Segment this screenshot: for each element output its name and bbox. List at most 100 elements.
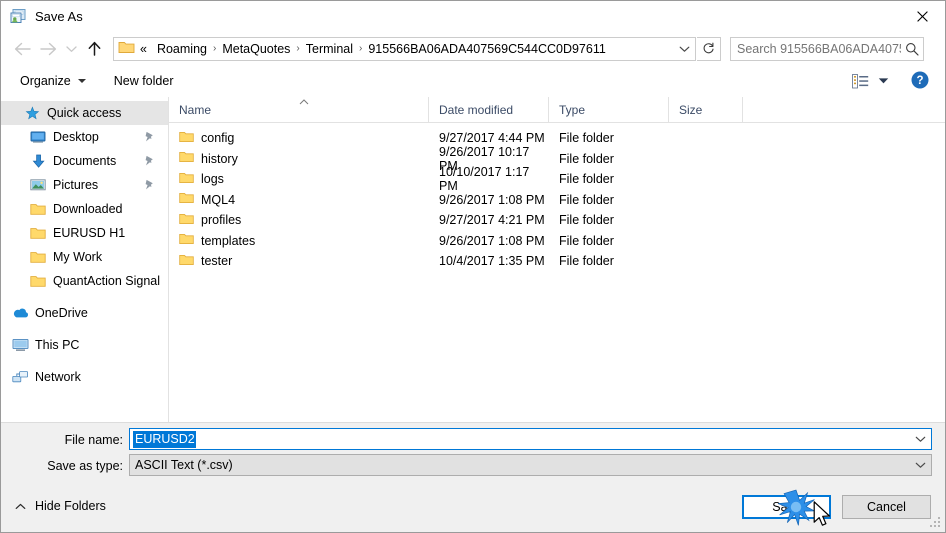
breadcrumb-overflow[interactable]: « bbox=[135, 42, 152, 56]
star-pin-icon bbox=[23, 104, 41, 122]
save-as-type-dropdown[interactable]: ASCII Text (*.csv) bbox=[129, 454, 932, 476]
file-name-field[interactable]: EURUSD2 bbox=[129, 428, 932, 450]
folder-icon bbox=[118, 40, 135, 57]
chevron-down-icon[interactable] bbox=[878, 74, 889, 88]
sidebar-item-network[interactable]: Network bbox=[1, 365, 168, 389]
file-rows: config 9/27/2017 4:44 PM File folder his… bbox=[169, 123, 945, 272]
list-view-icon[interactable] bbox=[852, 73, 869, 89]
breadcrumb-metaquotes[interactable]: MetaQuotes bbox=[217, 42, 295, 56]
sidebar-item-label: OneDrive bbox=[35, 306, 88, 320]
file-date: 9/27/2017 4:44 PM bbox=[439, 131, 545, 146]
recent-locations-chevron-icon[interactable] bbox=[61, 36, 81, 62]
file-date: 9/27/2017 4:21 PM bbox=[439, 213, 545, 228]
sidebar-item-downloaded[interactable]: Downloaded bbox=[1, 197, 168, 221]
command-bar-right: ? bbox=[852, 71, 945, 92]
back-arrow-icon[interactable] bbox=[9, 36, 35, 62]
breadcrumb-roaming[interactable]: Roaming bbox=[152, 42, 212, 56]
sidebar-item-label: Desktop bbox=[53, 130, 99, 144]
search-icon[interactable] bbox=[901, 42, 923, 56]
file-type: File folder bbox=[559, 254, 614, 269]
chevron-up-icon bbox=[15, 499, 26, 513]
sidebar-item-documents[interactable]: Documents bbox=[1, 149, 168, 173]
table-row[interactable]: config 9/27/2017 4:44 PM File folder bbox=[169, 128, 945, 149]
file-name: MQL4 bbox=[201, 192, 236, 207]
breadcrumb-terminal[interactable]: Terminal bbox=[301, 42, 358, 56]
file-type: File folder bbox=[559, 172, 614, 187]
sidebar-item-pictures[interactable]: Pictures bbox=[1, 173, 168, 197]
save-button[interactable]: Save bbox=[742, 495, 831, 519]
sidebar-item-quantaction-signal[interactable]: QuantAction Signal bbox=[1, 269, 168, 293]
organize-label: Organize bbox=[20, 74, 71, 88]
chevron-down-icon bbox=[77, 79, 86, 83]
main-area: Quick access Desktop Documents Pictures … bbox=[1, 96, 945, 422]
file-name: tester bbox=[201, 254, 233, 269]
documents-download-icon bbox=[29, 152, 47, 170]
pin-icon[interactable] bbox=[143, 131, 154, 145]
column-header-label: Size bbox=[679, 102, 703, 117]
folder-icon bbox=[179, 213, 194, 228]
help-question-icon[interactable]: ? bbox=[911, 71, 929, 92]
folder-icon bbox=[179, 254, 194, 269]
pin-icon[interactable] bbox=[143, 155, 154, 169]
file-name: logs bbox=[201, 172, 224, 187]
file-name-label: File name: bbox=[64, 433, 123, 447]
sidebar-item-my-work[interactable]: My Work bbox=[1, 245, 168, 269]
file-name: templates bbox=[201, 233, 256, 248]
new-folder-button[interactable]: New folder bbox=[108, 68, 180, 94]
sidebar-item-label: Downloaded bbox=[53, 202, 123, 216]
sidebar-item-this-pc[interactable]: This PC bbox=[1, 333, 168, 357]
close-button[interactable] bbox=[900, 1, 945, 31]
table-row[interactable]: MQL4 9/26/2017 1:08 PM File folder bbox=[169, 190, 945, 211]
cancel-button[interactable]: Cancel bbox=[842, 495, 931, 519]
column-header-name[interactable]: Name bbox=[169, 96, 429, 123]
column-header-type[interactable]: Type bbox=[549, 96, 669, 123]
file-type: File folder bbox=[559, 131, 614, 146]
column-header-label: Name bbox=[179, 102, 212, 117]
column-header-size[interactable]: Size bbox=[669, 96, 743, 123]
table-row[interactable]: logs 10/10/2017 1:17 PM File folder bbox=[169, 165, 945, 193]
sidebar-item-desktop[interactable]: Desktop bbox=[1, 125, 168, 149]
column-header-date-modified[interactable]: Date modified bbox=[429, 96, 549, 123]
pictures-icon bbox=[29, 176, 47, 194]
table-row[interactable]: profiles 9/27/2017 4:21 PM File folder bbox=[169, 210, 945, 231]
save-as-type-value: ASCII Text (*.csv) bbox=[135, 458, 233, 472]
table-row[interactable]: history 9/26/2017 10:17 PM File folder bbox=[169, 145, 945, 173]
address-bar[interactable]: « › Roaming › MetaQuotes › Terminal › 91… bbox=[113, 36, 696, 61]
title-bar: Save As bbox=[1, 1, 945, 32]
table-row[interactable]: templates 9/26/2017 1:08 PM File folder bbox=[169, 231, 945, 252]
forward-arrow-icon[interactable] bbox=[35, 36, 61, 62]
file-name-input-value[interactable]: EURUSD2 bbox=[133, 430, 196, 448]
breadcrumb-terminal-id[interactable]: 915566BA06ADA407569C544CC0D97611 bbox=[363, 42, 610, 56]
chevron-down-icon[interactable] bbox=[909, 429, 931, 449]
sidebar-item-eurusd-h1[interactable]: EURUSD H1 bbox=[1, 221, 168, 245]
chevron-down-icon[interactable] bbox=[909, 455, 931, 475]
search-box[interactable] bbox=[730, 36, 924, 61]
sidebar-item-quick-access[interactable]: Quick access bbox=[1, 101, 168, 125]
organize-button[interactable]: Organize bbox=[14, 68, 92, 94]
chevron-down-icon[interactable] bbox=[673, 38, 695, 60]
folder-icon bbox=[179, 131, 194, 146]
pin-icon[interactable] bbox=[143, 179, 154, 193]
refresh-icon[interactable] bbox=[697, 36, 721, 61]
folder-icon bbox=[179, 233, 194, 248]
table-row[interactable]: tester 10/4/2017 1:35 PM File folder bbox=[169, 251, 945, 272]
navigation-bar: « › Roaming › MetaQuotes › Terminal › 91… bbox=[1, 32, 945, 65]
cancel-button-label: Cancel bbox=[867, 500, 906, 514]
sidebar-item-onedrive[interactable]: OneDrive bbox=[1, 301, 168, 325]
navigation-pane: Quick access Desktop Documents Pictures … bbox=[1, 97, 168, 422]
search-input[interactable] bbox=[737, 41, 902, 56]
hide-folders-toggle[interactable]: Hide Folders bbox=[15, 499, 106, 513]
sidebar-item-label: Quick access bbox=[47, 106, 122, 120]
desktop-icon bbox=[29, 128, 47, 146]
up-arrow-icon[interactable] bbox=[81, 36, 107, 62]
resize-grip-icon[interactable] bbox=[929, 516, 942, 529]
window-title: Save As bbox=[35, 9, 83, 24]
file-date: 10/10/2017 1:17 PM bbox=[439, 165, 530, 194]
column-header-label: Date modified bbox=[439, 102, 514, 117]
sidebar-item-label: My Work bbox=[53, 250, 103, 264]
file-date: 9/26/2017 1:08 PM bbox=[439, 233, 545, 248]
new-folder-label: New folder bbox=[113, 74, 174, 88]
